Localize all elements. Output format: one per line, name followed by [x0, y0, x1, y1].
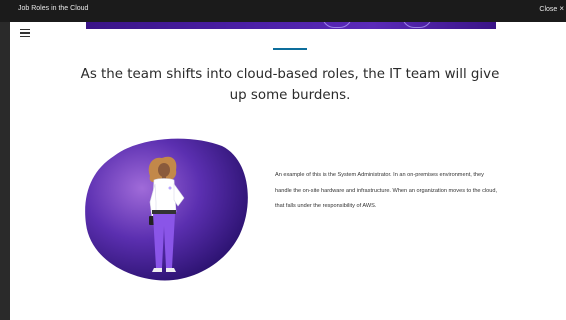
system-administrator-illustration: [85, 138, 248, 281]
close-icon: ×: [559, 4, 564, 13]
heading-accent-line: [273, 48, 307, 50]
close-label: Close: [539, 6, 558, 13]
lesson-page: As the team shifts into cloud-based role…: [10, 22, 566, 320]
banner-arc-decoration: [322, 22, 352, 28]
lesson-heading: As the team shifts into cloud-based role…: [80, 67, 500, 103]
window-title: Job Roles in the Cloud: [18, 5, 89, 12]
title-bar: Job Roles in the Cloud Close ×: [0, 0, 566, 22]
banner-arc-decoration: [402, 22, 432, 28]
hero-banner-strip: [86, 22, 496, 29]
close-button[interactable]: Close ×: [539, 4, 564, 15]
lesson-body-text: An example of this is the System Adminis…: [275, 172, 498, 210]
hamburger-menu-icon[interactable]: [20, 29, 30, 38]
left-rail: [0, 22, 10, 320]
